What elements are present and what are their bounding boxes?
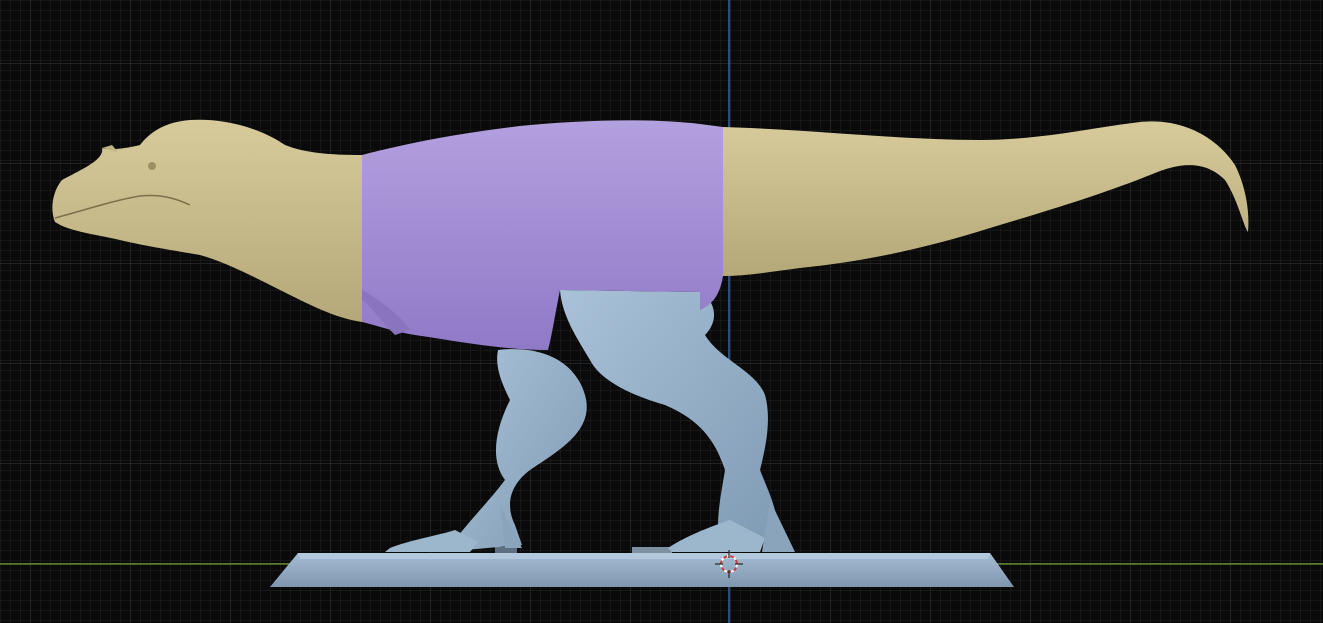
- display-base[interactable]: [270, 547, 1014, 587]
- 3d-viewport[interactable]: [0, 0, 1323, 623]
- viewport-canvas[interactable]: [0, 0, 1323, 623]
